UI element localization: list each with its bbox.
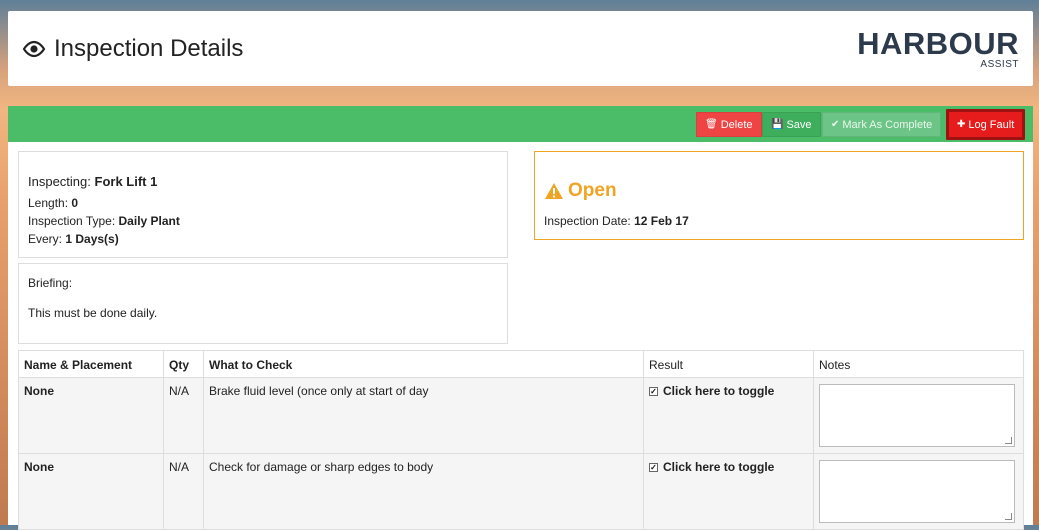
- log-fault-button[interactable]: ✚ Log Fault: [946, 109, 1026, 140]
- save-button-label: Save: [786, 118, 812, 131]
- notes-textarea[interactable]: [819, 460, 1015, 523]
- row-name: None: [18, 377, 164, 454]
- harbour-assist-logo: HARBOUR ASSIST: [857, 26, 1019, 72]
- page-title: Inspection Details: [22, 35, 243, 63]
- inspection-info-card: Inspecting: Fork Lift 1 Length: 0 Inspec…: [18, 151, 508, 258]
- status-heading: Open: [544, 180, 617, 202]
- first-aid-kit-icon: ✚: [957, 119, 966, 130]
- delete-button-label: Delete: [720, 118, 753, 131]
- checks-table: Name & Placement Qty What to Check Resul…: [18, 350, 1024, 530]
- row-notes-cell: [813, 453, 1024, 530]
- row-result-cell: ✓ Click here to toggle: [643, 377, 814, 454]
- delete-button[interactable]: 🗑 Delete: [696, 112, 762, 137]
- inspection-date-line: Inspection Date: 12 Feb 17: [544, 214, 689, 228]
- length-line: Length: 0: [28, 196, 78, 210]
- row-name: None: [18, 453, 164, 530]
- log-fault-button-label: Log Fault: [968, 118, 1015, 131]
- table-row: None N/A Brake fluid level (once only at…: [18, 377, 1024, 454]
- result-toggle[interactable]: ✓ Click here to toggle: [649, 460, 808, 474]
- table-header-row: Name & Placement Qty What to Check Resul…: [18, 350, 1024, 378]
- page-title-text: Inspection Details: [54, 35, 244, 62]
- briefing-text: This must be done daily.: [28, 306, 158, 320]
- table-row: None N/A Check for damage or sharp edges…: [18, 453, 1024, 530]
- header-result: Result: [643, 350, 814, 378]
- header-name-placement: Name & Placement: [18, 350, 164, 378]
- inspection-date-label: Inspection Date:: [544, 214, 631, 228]
- inspection-type-value: Daily Plant: [118, 214, 180, 228]
- briefing-card: Briefing: This must be done daily.: [18, 263, 508, 344]
- inspecting-label: Inspecting:: [28, 174, 91, 189]
- length-label: Length:: [28, 196, 69, 210]
- result-toggle-label: Click here to toggle: [663, 460, 775, 474]
- save-button[interactable]: 💾 Save: [762, 112, 821, 137]
- briefing-label: Briefing:: [28, 276, 73, 290]
- checkbox-checked-icon[interactable]: ✓: [649, 386, 658, 396]
- trash-icon: 🗑: [705, 119, 718, 130]
- every-label: Every:: [28, 232, 63, 246]
- status-state: Open: [568, 180, 617, 201]
- header-what-to-check: What to Check: [203, 350, 644, 378]
- warning-icon: [545, 183, 563, 199]
- row-qty: N/A: [163, 453, 204, 530]
- header-qty: Qty: [163, 350, 204, 378]
- floppy-disk-icon: 💾: [771, 119, 784, 130]
- inspecting-value: Fork Lift 1: [94, 174, 158, 189]
- every-line: Every: 1 Days(s): [28, 232, 119, 246]
- row-notes-cell: [813, 377, 1024, 454]
- eye-icon: [22, 40, 46, 58]
- length-value: 0: [71, 196, 79, 210]
- mark-complete-button-label: Mark As Complete: [842, 118, 933, 131]
- logo-main-text: HARBOUR: [857, 26, 1019, 61]
- notes-textarea[interactable]: [819, 384, 1015, 447]
- page-header: Inspection Details HARBOUR ASSIST: [8, 11, 1033, 86]
- action-toolbar: 🗑 Delete 💾 Save ✔ Mark As Complete ✚ Log…: [8, 106, 1033, 142]
- row-qty: N/A: [163, 377, 204, 454]
- checkbox-checked-icon[interactable]: ✓: [649, 462, 658, 472]
- logo-sub-text: ASSIST: [980, 59, 1019, 70]
- inspecting-line: Inspecting: Fork Lift 1: [28, 174, 157, 189]
- result-toggle-label: Click here to toggle: [663, 384, 775, 398]
- inspection-type-label: Inspection Type:: [28, 214, 116, 228]
- row-check: Brake fluid level (once only at start of…: [203, 377, 644, 454]
- every-value: 1 Days(s): [65, 232, 119, 246]
- row-check: Check for damage or sharp edges to body: [203, 453, 644, 530]
- status-card: Open Inspection Date: 12 Feb 17: [534, 151, 1024, 240]
- inspection-panel: 🗑 Delete 💾 Save ✔ Mark As Complete ✚ Log…: [8, 106, 1033, 530]
- mark-complete-button[interactable]: ✔ Mark As Complete: [822, 112, 942, 137]
- check-circle-icon: ✔: [831, 119, 840, 130]
- inspection-type-line: Inspection Type: Daily Plant: [28, 214, 180, 228]
- header-notes: Notes: [813, 350, 1024, 378]
- row-result-cell: ✓ Click here to toggle: [643, 453, 814, 530]
- inspection-date-value: 12 Feb 17: [634, 214, 689, 228]
- result-toggle[interactable]: ✓ Click here to toggle: [649, 384, 808, 398]
